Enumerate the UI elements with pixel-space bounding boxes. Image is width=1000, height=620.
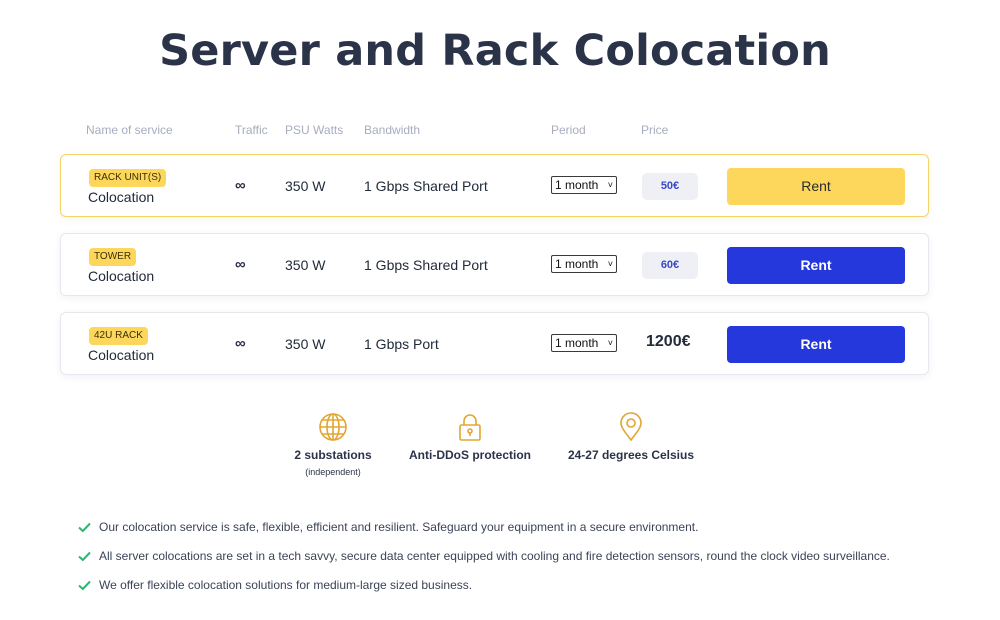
bandwidth-value: 1 Gbps Shared Port <box>364 178 488 194</box>
price-value: 1200€ <box>646 333 691 350</box>
period-select[interactable]: 1 month ˅ <box>551 176 617 194</box>
check-icon <box>78 522 91 533</box>
feature-temperature: 24-27 degrees Celsius <box>563 412 699 462</box>
list-item: All server colocations are set in a tech… <box>78 549 978 578</box>
feature-label: 24-27 degrees Celsius <box>567 448 695 462</box>
check-icon <box>78 551 91 562</box>
list-item-text: Our colocation service is safe, flexible… <box>99 520 699 534</box>
chevron-down-icon: ˅ <box>607 338 613 348</box>
period-select[interactable]: 1 month ˅ <box>551 255 617 273</box>
traffic-value: ∞ <box>235 177 246 194</box>
plan-name: Colocation <box>88 347 155 363</box>
globe-icon <box>283 412 383 442</box>
column-header-name: Name of service <box>86 123 173 137</box>
price-value: 60€ <box>642 252 698 279</box>
period-select[interactable]: 1 month ˅ <box>551 334 617 352</box>
features-strip: 2 substations (independent) Anti-DDoS pr… <box>0 412 1000 482</box>
price-value: 50€ <box>642 173 698 200</box>
psu-watts-value: 350 W <box>285 178 326 194</box>
list-item: We offer flexible colocation solutions f… <box>78 578 978 607</box>
feature-substations: 2 substations (independent) <box>283 412 383 477</box>
location-pin-icon <box>563 412 699 442</box>
bandwidth-value: 1 Gbps Shared Port <box>364 257 488 273</box>
feature-label: 2 substations <box>294 448 372 462</box>
plan-name: Colocation <box>88 268 155 284</box>
period-select-value: 1 month <box>555 178 599 192</box>
rent-button[interactable]: Rent <box>727 168 905 205</box>
list-item: Our colocation service is safe, flexible… <box>78 520 978 549</box>
plan-badge: RACK UNIT(S) <box>89 169 167 187</box>
column-header-bandwidth: Bandwidth <box>364 123 421 137</box>
bandwidth-value: 1 Gbps Port <box>364 336 439 352</box>
plan-badge: 42U RACK <box>89 327 148 345</box>
plan-row-tower: TOWER Colocation ∞ 350 W 1 Gbps Shared P… <box>60 233 929 296</box>
plan-badge: TOWER <box>89 248 137 266</box>
plan-name: Colocation <box>88 189 155 205</box>
psu-watts-value: 350 W <box>285 257 326 273</box>
lock-icon <box>405 412 535 442</box>
table-header: Name of service Traffic PSU Watts Bandwi… <box>0 123 1000 139</box>
column-header-period: Period <box>551 123 586 137</box>
period-select-value: 1 month <box>555 336 599 350</box>
traffic-value: ∞ <box>235 256 246 273</box>
column-header-price: Price <box>641 123 669 137</box>
rent-button[interactable]: Rent <box>727 326 905 363</box>
period-select-value: 1 month <box>555 257 599 271</box>
benefits-list: Our colocation service is safe, flexible… <box>78 520 978 607</box>
chevron-down-icon: ˅ <box>607 180 613 190</box>
page-title: Server and Rack Colocation <box>159 26 831 76</box>
rent-button[interactable]: Rent <box>727 247 905 284</box>
psu-watts-value: 350 W <box>285 336 326 352</box>
traffic-value: ∞ <box>235 335 246 352</box>
list-item-text: All server colocations are set in a tech… <box>99 549 890 563</box>
chevron-down-icon: ˅ <box>607 259 613 269</box>
feature-label: Anti-DDoS protection <box>409 448 531 462</box>
feature-anti-ddos: Anti-DDoS protection <box>405 412 535 462</box>
plan-row-rack-unit: RACK UNIT(S) Colocation ∞ 350 W 1 Gbps S… <box>60 154 929 217</box>
plan-row-42u-rack: 42U RACK Colocation ∞ 350 W 1 Gbps Port … <box>60 312 929 375</box>
column-header-traffic: Traffic <box>235 123 268 137</box>
feature-sublabel: (independent) <box>305 467 361 477</box>
column-header-psu: PSU Watts <box>285 123 344 137</box>
list-item-text: We offer flexible colocation solutions f… <box>99 578 473 592</box>
check-icon <box>78 580 91 591</box>
